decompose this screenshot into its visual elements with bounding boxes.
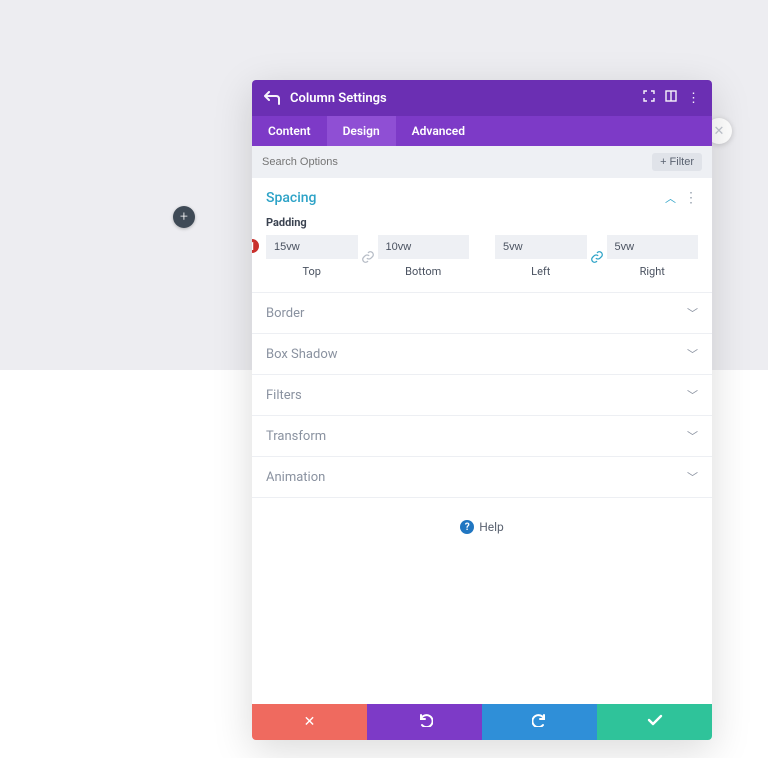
section-animation[interactable]: Animation ﹀ (252, 457, 712, 498)
undo-icon (417, 713, 433, 731)
padding-left-label: Left (495, 265, 587, 278)
padding-bottom-input[interactable] (378, 235, 470, 259)
section-kebab-icon[interactable]: ⋮ (684, 190, 698, 206)
collapse-icon[interactable]: ︿ (665, 190, 676, 206)
back-icon[interactable] (264, 91, 280, 105)
cancel-button[interactable]: ✕ (252, 704, 367, 740)
link-icon[interactable] (587, 244, 607, 270)
chevron-down-icon: ﹀ (687, 428, 698, 444)
filter-label: Filter (670, 156, 694, 168)
kebab-icon[interactable]: ⋮ (687, 91, 700, 106)
chevron-down-icon: ﹀ (687, 305, 698, 321)
padding-top-field: Top (266, 235, 358, 278)
search-input[interactable] (262, 156, 644, 168)
snap-icon[interactable] (665, 90, 677, 106)
section-box-shadow[interactable]: Box Shadow ﹀ (252, 334, 712, 375)
modal-content: Spacing ︿ ⋮ Padding 1 Top Bottom (252, 178, 712, 704)
padding-right-label: Right (607, 265, 699, 278)
padding-label: Padding (252, 214, 712, 235)
modal-header: Column Settings ⋮ (252, 80, 712, 116)
padding-right-field: Right (607, 235, 699, 278)
padding-left-field: Left (495, 235, 587, 278)
spacing-section-header[interactable]: Spacing ︿ ⋮ (252, 178, 712, 214)
section-label: Transform (266, 429, 687, 444)
help-label: Help (479, 520, 504, 534)
tab-design[interactable]: Design (327, 116, 396, 146)
padding-top-input[interactable] (266, 235, 358, 259)
padding-row: 1 Top Bottom Left (252, 235, 712, 292)
undo-button[interactable] (367, 704, 482, 740)
spacing-title: Spacing (266, 190, 657, 206)
redo-icon (532, 713, 548, 731)
tab-content[interactable]: Content (252, 116, 327, 146)
expand-icon[interactable] (643, 90, 655, 106)
filter-button[interactable]: + Filter (652, 153, 702, 171)
help-link[interactable]: ? Help (252, 498, 712, 544)
help-icon: ? (460, 520, 474, 534)
chevron-down-icon: ﹀ (687, 469, 698, 485)
chevron-down-icon: ﹀ (687, 346, 698, 362)
tab-advanced[interactable]: Advanced (396, 116, 481, 146)
section-transform[interactable]: Transform ﹀ (252, 416, 712, 457)
save-button[interactable] (597, 704, 712, 740)
padding-bottom-label: Bottom (378, 265, 470, 278)
plus-icon: + (660, 156, 666, 168)
step-badge: 1 (252, 237, 261, 255)
modal-title: Column Settings (290, 91, 633, 106)
tab-bar: Content Design Advanced (252, 116, 712, 146)
section-label: Filters (266, 388, 687, 403)
section-label: Border (266, 306, 687, 321)
section-filters[interactable]: Filters ﹀ (252, 375, 712, 416)
close-icon: ✕ (304, 714, 316, 730)
section-border[interactable]: Border ﹀ (252, 293, 712, 334)
padding-bottom-field: Bottom (378, 235, 470, 278)
link-icon[interactable] (358, 244, 378, 270)
add-module-button[interactable]: + (173, 206, 195, 228)
section-label: Animation (266, 470, 687, 485)
column-settings-modal: Column Settings ⋮ Content Design Advance… (252, 80, 712, 740)
padding-group-tb: Top Bottom (266, 235, 469, 278)
chevron-down-icon: ﹀ (687, 387, 698, 403)
padding-left-input[interactable] (495, 235, 587, 259)
padding-right-input[interactable] (607, 235, 699, 259)
modal-footer: ✕ (252, 704, 712, 740)
section-label: Box Shadow (266, 347, 687, 362)
check-icon (647, 714, 663, 730)
redo-button[interactable] (482, 704, 597, 740)
padding-group-lr: Left Right (495, 235, 698, 278)
padding-top-label: Top (266, 265, 358, 278)
search-bar: + Filter (252, 146, 712, 178)
